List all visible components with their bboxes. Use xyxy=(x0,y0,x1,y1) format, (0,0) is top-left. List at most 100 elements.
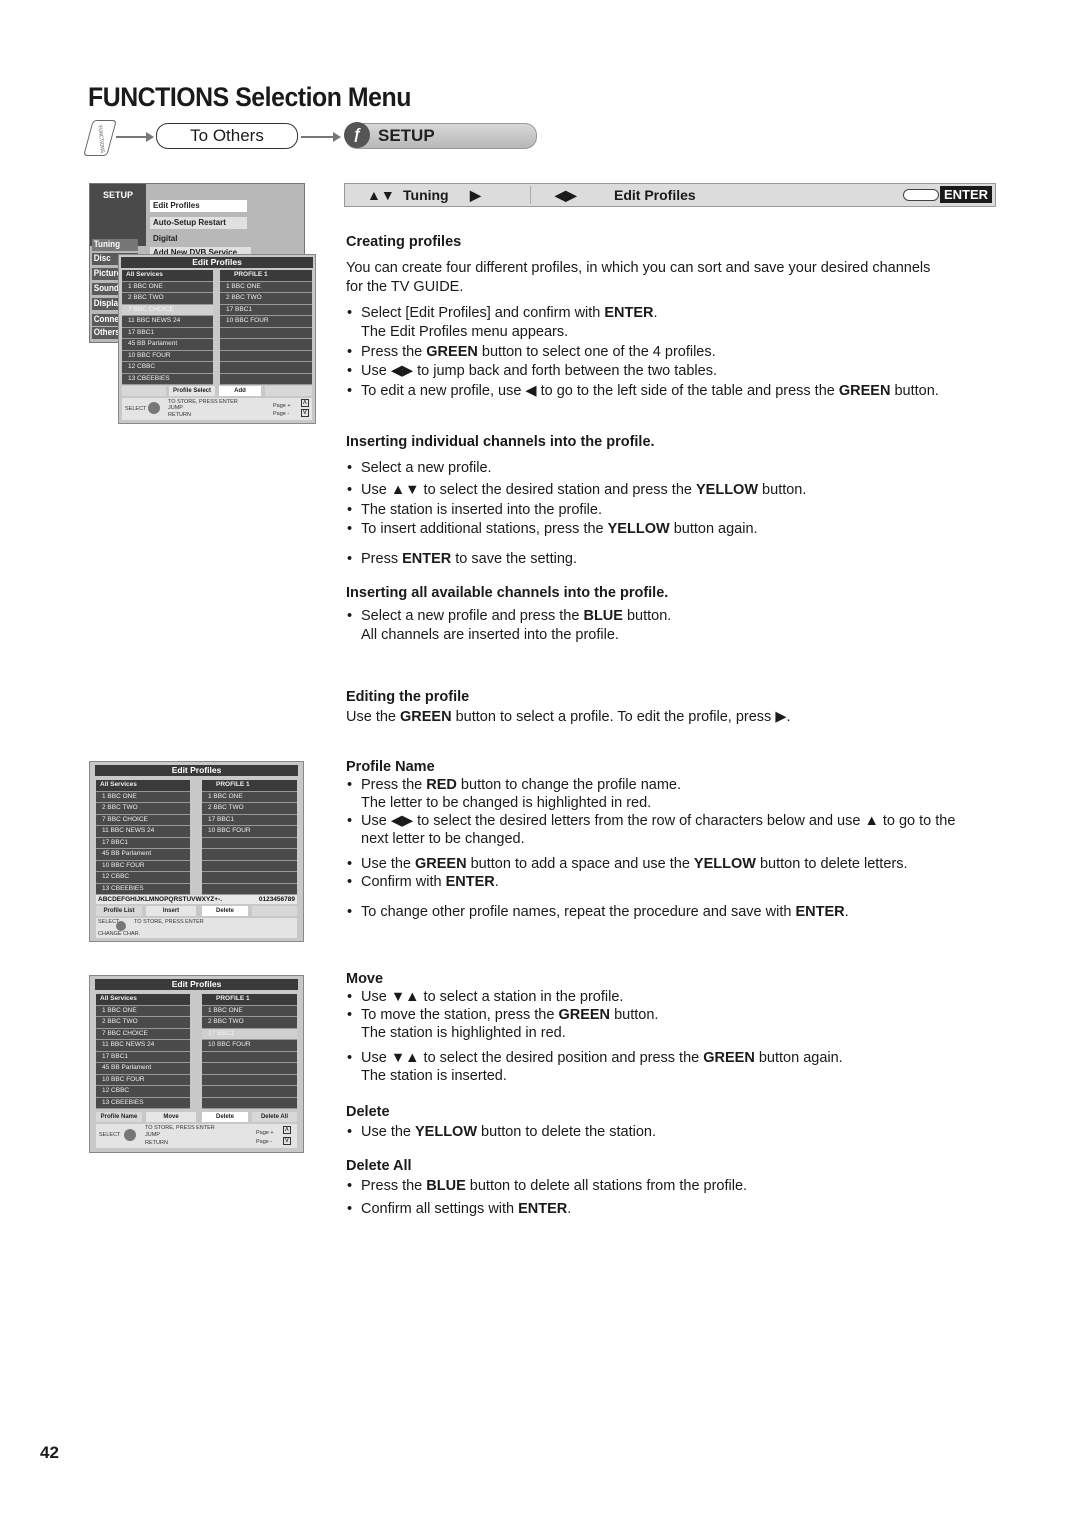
bullet: Press the RED button to change the profi… xyxy=(346,776,986,794)
delete-button[interactable]: Delete xyxy=(202,906,248,916)
list-item[interactable]: 10 BBC FOUR xyxy=(96,860,190,872)
list-item[interactable]: 11 BBC NEWS 24 xyxy=(96,826,190,838)
list-item[interactable]: 17 BBC1 xyxy=(202,814,297,826)
list-item[interactable]: 1 BBC ONE xyxy=(122,281,213,293)
list-item[interactable]: 45 BB Parlament xyxy=(96,1063,190,1075)
list-item-selected[interactable]: 7 BBC CHOICE xyxy=(122,304,213,316)
list-item[interactable]: 10 BBC FOUR xyxy=(220,316,312,328)
list-item[interactable]: 2 BBC TWO xyxy=(122,293,213,305)
arrow-right-icon xyxy=(116,132,154,142)
bullet: Confirm with ENTER. xyxy=(346,873,986,891)
section-heading: Delete All xyxy=(346,1158,412,1174)
red-button-slot[interactable] xyxy=(122,386,166,396)
list-item[interactable]: 45 BB Parlament xyxy=(122,339,213,351)
list-item[interactable]: 10 BBC FOUR xyxy=(202,1040,297,1052)
bullet-continuation: The station is inserted. xyxy=(361,1068,507,1084)
list-item[interactable]: 17 BBC1 xyxy=(220,304,312,316)
blue-button-slot[interactable] xyxy=(252,906,297,916)
menu-item-add-new-dvb-service[interactable]: Add New DVB Service xyxy=(150,247,251,254)
profile-name-button[interactable]: Profile Name xyxy=(96,1112,142,1122)
list-item[interactable]: 7 BBC CHOICE xyxy=(96,1028,190,1040)
functions-key-icon: FUNCTIONS xyxy=(83,120,117,156)
bullet-continuation: The station is highlighted in red. xyxy=(361,1025,566,1041)
list-item-empty xyxy=(202,1086,297,1098)
list-header: All Services xyxy=(96,994,190,1006)
list-item[interactable]: 2 BBC TWO xyxy=(96,803,190,815)
list-item[interactable]: 13 CBEEBIES xyxy=(96,883,190,895)
list-item[interactable]: 12 CBBC xyxy=(122,362,213,374)
section-heading: Inserting individual channels into the p… xyxy=(346,434,655,450)
list-item[interactable]: 1 BBC ONE xyxy=(96,1005,190,1017)
list-item[interactable]: 17 BBC1 xyxy=(96,1051,190,1063)
profile-name-field[interactable]: PROFILE 1 xyxy=(202,780,297,792)
menu-label-digital: Digital xyxy=(153,234,178,243)
select-label: SELECT xyxy=(125,406,147,412)
list-item-selected[interactable]: 17 BBC1 xyxy=(202,1028,297,1040)
up-down-icon: ▲▼ xyxy=(367,187,395,203)
select-label: SELECT xyxy=(99,1132,121,1138)
list-item[interactable]: 1 BBC ONE xyxy=(220,281,312,293)
list-item[interactable]: 45 BB Parlament xyxy=(96,849,190,861)
letter-chars[interactable]: ABCDEFGHIJKLMNOPQRSTUVWXYZ+-. xyxy=(96,896,222,903)
store-hint: TO STORE, PRESS ENTER xyxy=(134,919,204,925)
side-item-tuning[interactable]: Tuning xyxy=(92,239,138,251)
add-button[interactable]: Add xyxy=(219,386,261,396)
bullet: Select a new profile and press the BLUE … xyxy=(346,607,986,627)
list-item[interactable]: 11 BBC NEWS 24 xyxy=(122,316,213,328)
all-services-list: All Services 1 BBC ONE 2 BBC TWO 7 BBC C… xyxy=(96,780,190,895)
list-item[interactable]: 2 BBC TWO xyxy=(96,1017,190,1029)
bullet: To insert additional stations, press the… xyxy=(346,520,986,540)
list-item[interactable]: 1 BBC ONE xyxy=(96,791,190,803)
left-right-icon: ◀▶ xyxy=(555,187,577,203)
profile-list-button[interactable]: Profile List xyxy=(96,906,142,916)
section-heading: Move xyxy=(346,971,384,987)
remote-dial-icon xyxy=(116,921,126,931)
bullet: Confirm all settings with ENTER. xyxy=(346,1200,986,1220)
list-item[interactable]: 2 BBC TWO xyxy=(220,293,312,305)
list-item[interactable]: 12 CBBC xyxy=(96,1086,190,1098)
profile-select-button[interactable]: Profile Select xyxy=(169,386,215,396)
screen-title: Edit Profiles xyxy=(95,765,298,776)
page-down-key-icon: V xyxy=(283,1137,291,1145)
list-item[interactable]: 12 CBBC xyxy=(96,872,190,884)
move-button[interactable]: Move xyxy=(146,1112,196,1122)
blue-button-slot[interactable] xyxy=(265,386,312,396)
digit-chars[interactable]: 0123456789 xyxy=(259,895,295,904)
list-item-empty xyxy=(202,849,297,861)
list-item[interactable]: 13 CBEEBIES xyxy=(122,373,213,385)
profile-list: PROFILE 1 1 BBC ONE 2 BBC TWO 17 BBC1 10… xyxy=(202,994,297,1109)
profile-list: PROFILE 1 1 BBC ONE 2 BBC TWO 17 BBC1 10… xyxy=(202,780,297,895)
insert-button[interactable]: Insert xyxy=(146,906,196,916)
menu-item-auto-setup-restart[interactable]: Auto-Setup Restart xyxy=(150,217,247,229)
list-item[interactable]: 1 BBC ONE xyxy=(202,1005,297,1017)
store-hint: TO STORE, PRESS ENTER xyxy=(145,1125,215,1131)
list-item[interactable]: 7 BBC CHOICE xyxy=(96,814,190,826)
list-item[interactable]: 2 BBC TWO xyxy=(202,1017,297,1029)
list-item[interactable]: 13 CBEEBIES xyxy=(96,1097,190,1109)
bullet: Use ◀▶ to select the desired letters fro… xyxy=(346,812,981,848)
list-item[interactable]: 10 BBC FOUR xyxy=(96,1074,190,1086)
profile-list: PROFILE 1 1 BBC ONE 2 BBC TWO 17 BBC1 10… xyxy=(220,270,312,385)
pointing-hand-icon xyxy=(903,189,939,201)
to-others-step: To Others xyxy=(156,123,298,149)
list-item[interactable]: 11 BBC NEWS 24 xyxy=(96,1040,190,1052)
delete-button[interactable]: Delete xyxy=(202,1112,248,1122)
section-inserting-individual: Inserting individual channels into the p… xyxy=(346,433,986,569)
list-item[interactable]: 2 BBC TWO xyxy=(202,803,297,815)
bullet: Press the BLUE button to delete all stat… xyxy=(346,1177,986,1197)
list-item[interactable]: 1 BBC ONE xyxy=(202,791,297,803)
delete-all-button[interactable]: Delete All xyxy=(252,1112,297,1122)
divider xyxy=(530,186,531,204)
bullet: Use ▲▼ to select the desired station and… xyxy=(346,481,986,501)
list-item[interactable]: 10 BBC FOUR xyxy=(122,350,213,362)
list-item-empty xyxy=(202,1097,297,1109)
list-item[interactable]: 17 BBC1 xyxy=(96,837,190,849)
edit-profiles-screen-1: Edit Profiles All Services 1 BBC ONE 2 B… xyxy=(118,254,316,424)
list-item[interactable]: 17 BBC1 xyxy=(122,327,213,339)
section-delete: Delete Use the YELLOW button to delete t… xyxy=(346,1103,986,1142)
menu-item-edit-profiles[interactable]: Edit Profiles xyxy=(150,200,247,212)
section-heading: Profile Name xyxy=(346,759,435,775)
list-item[interactable]: 10 BBC FOUR xyxy=(202,826,297,838)
all-services-list: All Services 1 BBC ONE 2 BBC TWO 7 BBC C… xyxy=(96,994,190,1109)
character-row[interactable]: ABCDEFGHIJKLMNOPQRSTUVWXYZ+-. 0123456789 xyxy=(96,895,297,904)
